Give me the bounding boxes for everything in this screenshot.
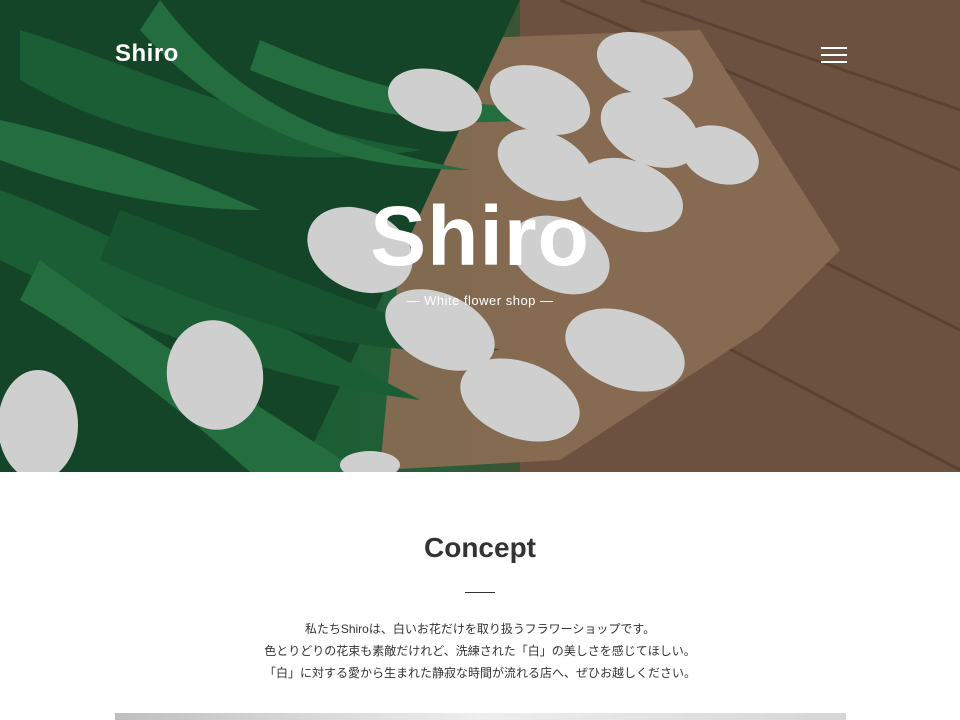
hero-subtitle: — White flower shop —: [406, 293, 554, 308]
concept-line: 色とりどりの花束も素敵だけれど、洗練された「白」の美しさを感じてほしい。: [264, 644, 696, 658]
brand-logo[interactable]: Shiro: [115, 40, 179, 68]
concept-line: 私たちShiroは、白いお花だけを取り扱うフラワーショップです。: [304, 622, 656, 636]
next-section-image: [115, 713, 846, 720]
concept-title: Concept: [424, 532, 536, 563]
menu-bar-bottom: [821, 61, 847, 63]
concept-divider: [465, 592, 495, 593]
concept-line: 「白」に対する愛から生まれた静寂な時間が流れる店へ、ぜひお越しください。: [263, 666, 696, 680]
menu-bar-middle: [821, 54, 847, 56]
hero-title: Shiro: [370, 189, 590, 283]
hero-section: Shiro Shiro — White flower shop —: [0, 0, 960, 472]
menu-bar-top: [821, 47, 847, 49]
concept-text: 私たちShiroは、白いお花だけを取り扱うフラワーショップです。 色とりどりの花…: [0, 618, 960, 684]
hamburger-menu-icon[interactable]: [821, 47, 847, 65]
